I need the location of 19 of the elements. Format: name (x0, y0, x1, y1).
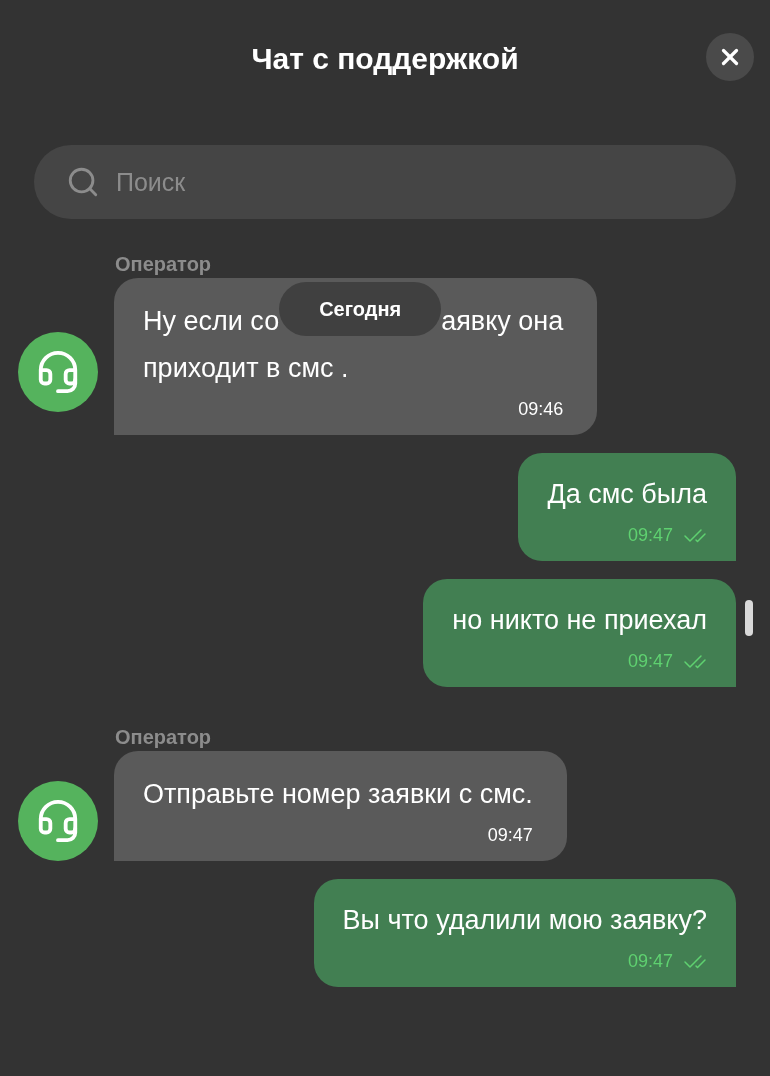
message-text: приходит в смс . (143, 352, 350, 386)
message-time: 09:47 (627, 524, 673, 547)
close-button[interactable] (706, 33, 754, 81)
message-time: 09:47 (627, 950, 673, 973)
search-field[interactable]: Поиск (34, 145, 736, 219)
search-icon (66, 165, 100, 199)
message-time: 09:46 (518, 398, 564, 421)
message-text: но никто не приехал (452, 604, 707, 638)
message-text: Да смс была (547, 478, 707, 512)
message-text: аявку она (441, 305, 564, 339)
sender-name: Оператор (115, 252, 213, 276)
sender-name: Оператор (115, 725, 213, 749)
message-time: 09:47 (627, 650, 673, 673)
scrollbar-thumb[interactable] (745, 600, 753, 636)
message-text: Ну если со (143, 305, 280, 339)
message-text: Вы что удалили мою заявку? (342, 904, 707, 938)
window-title: Чат с поддержкой (251, 40, 519, 77)
message-time: 09:47 (487, 824, 533, 847)
message-text: Отправьте номер заявки с смс. (143, 778, 533, 812)
